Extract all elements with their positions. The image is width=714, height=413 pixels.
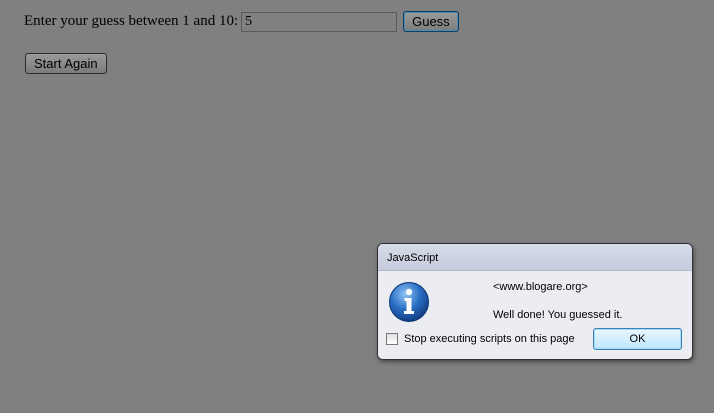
dialog-title: JavaScript [387,252,439,264]
stop-scripts-label[interactable]: Stop executing scripts on this page [404,333,575,345]
dialog-message-text: Well done! You guessed it. [493,309,623,321]
ok-button[interactable]: OK [593,328,682,350]
dialog-body: <www.blogare.org> Well done! You guessed… [378,271,692,359]
dialog-titlebar[interactable]: JavaScript [378,244,692,271]
javascript-alert-dialog: JavaScript <www.blogare.org> Well done! … [377,243,693,360]
dialog-origin-text: <www.blogare.org> [493,281,588,293]
guess-button[interactable]: Guess [403,11,459,32]
stop-scripts-checkbox[interactable] [386,333,398,345]
info-icon [389,282,429,322]
guess-row: Enter your guess between 1 and 10: Guess [24,11,459,32]
guess-input[interactable] [241,11,398,32]
start-again-button[interactable]: Start Again [25,53,107,74]
guess-prompt-label: Enter your guess between 1 and 10: [24,13,239,29]
